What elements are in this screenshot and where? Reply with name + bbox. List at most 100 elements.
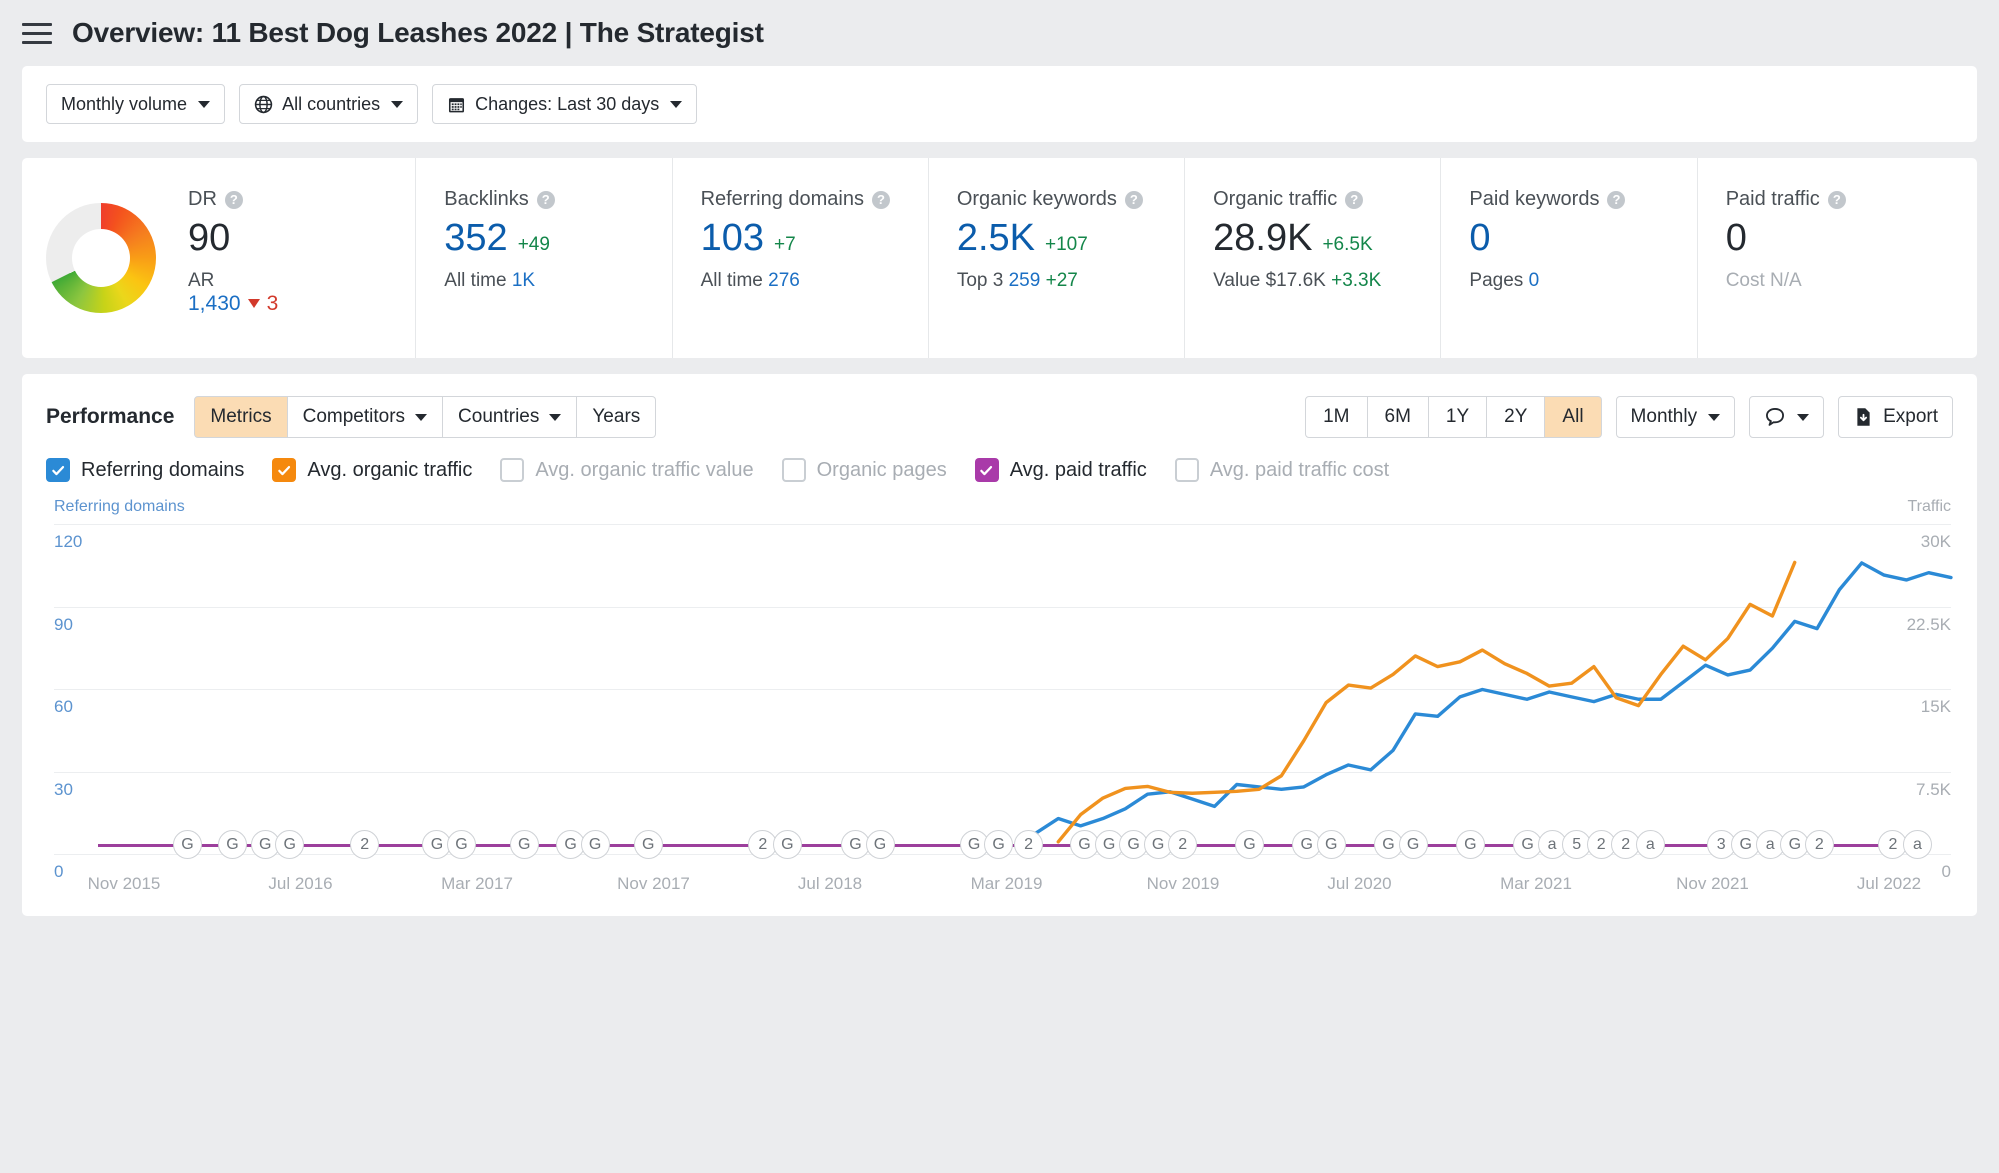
range-all[interactable]: All — [1545, 396, 1601, 438]
google-update-marker[interactable]: G — [1317, 830, 1346, 859]
performance-toolbar-right: 1M 6M 1Y 2Y All Monthly — [1305, 396, 1953, 438]
sub-value[interactable]: 1K — [512, 270, 535, 291]
help-icon[interactable]: ? — [1125, 191, 1143, 209]
export-button[interactable]: Export — [1838, 396, 1953, 438]
left-axis-title: Referring domains — [54, 498, 185, 516]
google-updates-timeline: GGGG2GGGGGG2GGGGG2GGGG2GGGGGGGa522a3GaG2… — [54, 830, 1951, 860]
google-update-marker[interactable]: G — [218, 830, 247, 859]
chevron-down-icon — [549, 414, 561, 421]
legend-organic-pages-label: Organic pages — [817, 459, 947, 482]
range-1y[interactable]: 1Y — [1429, 396, 1487, 438]
triangle-down-icon — [248, 299, 260, 308]
filter-monthly-volume-label: Monthly volume — [61, 94, 187, 115]
google-update-marker[interactable]: G — [984, 830, 1013, 859]
legend-referring-domains[interactable]: Referring domains — [46, 458, 244, 482]
checkbox-avg-organic-traffic-value[interactable] — [500, 458, 524, 482]
checkbox-organic-pages[interactable] — [782, 458, 806, 482]
annotations-button[interactable] — [1749, 396, 1824, 438]
sub-delta: +27 — [1046, 270, 1078, 291]
metric-paid-keywords-label: Paid keywords — [1469, 188, 1599, 211]
metrics-row: DR ? 90 AR 1,430 3 Backlinks ? 352 +49 — [22, 158, 1977, 358]
help-icon[interactable]: ? — [1607, 191, 1625, 209]
range-all-label: All — [1562, 406, 1583, 428]
x-axis-labels: Nov 2015Jul 2016Mar 2017Nov 2017Jul 2018… — [54, 874, 1951, 898]
chart-series — [54, 524, 1951, 853]
google-update-marker[interactable]: G — [634, 830, 663, 859]
legend-referring-domains-label: Referring domains — [81, 459, 244, 482]
help-icon[interactable]: ? — [872, 191, 890, 209]
legend-avg-organic-traffic-label: Avg. organic traffic — [307, 459, 472, 482]
checkbox-referring-domains[interactable] — [46, 458, 70, 482]
legend-avg-paid-traffic-label: Avg. paid traffic — [1010, 459, 1147, 482]
google-update-marker[interactable]: 2 — [1014, 830, 1043, 859]
app-header: Overview: 11 Best Dog Leashes 2022 | The… — [0, 0, 1999, 66]
google-update-marker[interactable]: G — [1235, 830, 1264, 859]
chevron-down-icon — [1708, 414, 1720, 421]
range-6m-label: 6M — [1385, 406, 1411, 428]
tab-metrics-label: Metrics — [210, 406, 271, 428]
tab-years[interactable]: Years — [577, 396, 656, 438]
hamburger-icon[interactable] — [22, 20, 52, 46]
range-6m[interactable]: 6M — [1368, 396, 1429, 438]
metric-organic-keywords-sub: Top 3 259 +27 — [957, 270, 1184, 292]
metric-organic-keywords-value: 2.5K — [957, 219, 1035, 259]
google-update-marker[interactable]: G — [447, 830, 476, 859]
google-update-marker[interactable]: G — [275, 830, 304, 859]
range-1m[interactable]: 1M — [1305, 396, 1367, 438]
google-update-marker[interactable]: 2 — [350, 830, 379, 859]
sub-value[interactable]: 0 — [1529, 270, 1540, 291]
tab-metrics[interactable]: Metrics — [194, 396, 287, 438]
tab-countries[interactable]: Countries — [443, 396, 577, 438]
globe-icon — [254, 95, 273, 114]
granularity-selector[interactable]: Monthly — [1616, 396, 1736, 438]
legend-avg-paid-traffic[interactable]: Avg. paid traffic — [975, 458, 1147, 482]
chevron-down-icon — [391, 101, 403, 108]
sub-value[interactable]: 276 — [768, 270, 800, 291]
help-icon[interactable]: ? — [225, 191, 243, 209]
legend-avg-paid-traffic-cost[interactable]: Avg. paid traffic cost — [1175, 458, 1389, 482]
google-update-marker[interactable]: G — [173, 830, 202, 859]
sub-value[interactable]: 259 — [1009, 270, 1041, 291]
checkbox-avg-organic-traffic[interactable] — [272, 458, 296, 482]
google-update-marker[interactable]: a — [1903, 830, 1932, 859]
google-update-marker[interactable]: G — [581, 830, 610, 859]
metric-backlinks: Backlinks ? 352 +49 All time 1K — [415, 158, 671, 358]
google-update-marker[interactable]: G — [1456, 830, 1485, 859]
help-icon[interactable]: ? — [1345, 191, 1363, 209]
filter-monthly-volume[interactable]: Monthly volume — [46, 84, 225, 124]
google-update-marker[interactable]: G — [510, 830, 539, 859]
metric-organic-traffic-sub: Value $17.6K +3.3K — [1213, 270, 1440, 292]
metric-referring-domains-label: Referring domains — [701, 188, 864, 211]
metric-backlinks-label: Backlinks — [444, 188, 528, 211]
checkbox-avg-paid-traffic[interactable] — [975, 458, 999, 482]
x-axis-label: Mar 2017 — [441, 874, 513, 894]
tab-years-label: Years — [592, 406, 640, 428]
filter-all-countries[interactable]: All countries — [239, 84, 418, 124]
help-icon[interactable]: ? — [1828, 191, 1846, 209]
range-2y[interactable]: 2Y — [1487, 396, 1545, 438]
checkbox-avg-paid-traffic-cost[interactable] — [1175, 458, 1199, 482]
metric-dr-label: DR — [188, 188, 217, 211]
google-update-marker[interactable]: 2 — [1168, 830, 1197, 859]
metric-dr: DR ? 90 AR 1,430 3 — [182, 158, 415, 358]
google-update-marker[interactable]: a — [1636, 830, 1665, 859]
google-update-marker[interactable]: G — [773, 830, 802, 859]
chevron-down-icon — [1797, 414, 1809, 421]
metric-paid-traffic-sub: Cost N/A — [1726, 270, 1953, 292]
tab-competitors[interactable]: Competitors — [288, 396, 443, 438]
legend-organic-pages[interactable]: Organic pages — [782, 458, 947, 482]
legend-avg-organic-traffic-value[interactable]: Avg. organic traffic value — [500, 458, 753, 482]
x-axis-label: Jul 2020 — [1327, 874, 1391, 894]
filter-changes-range[interactable]: Changes: Last 30 days — [432, 84, 697, 124]
help-icon[interactable]: ? — [537, 191, 555, 209]
range-2y-label: 2Y — [1504, 406, 1527, 428]
google-update-marker[interactable]: 2 — [1805, 830, 1834, 859]
google-update-marker[interactable]: G — [1399, 830, 1428, 859]
chevron-down-icon — [670, 101, 682, 108]
sub-delta: +3.3K — [1331, 270, 1381, 291]
legend-avg-organic-traffic[interactable]: Avg. organic traffic — [272, 458, 472, 482]
filter-bar: Monthly volume All countries — [22, 66, 1977, 142]
x-axis-label: Mar 2019 — [971, 874, 1043, 894]
performance-card: Performance Metrics Competitors Countrie… — [22, 374, 1977, 916]
google-update-marker[interactable]: G — [866, 830, 895, 859]
